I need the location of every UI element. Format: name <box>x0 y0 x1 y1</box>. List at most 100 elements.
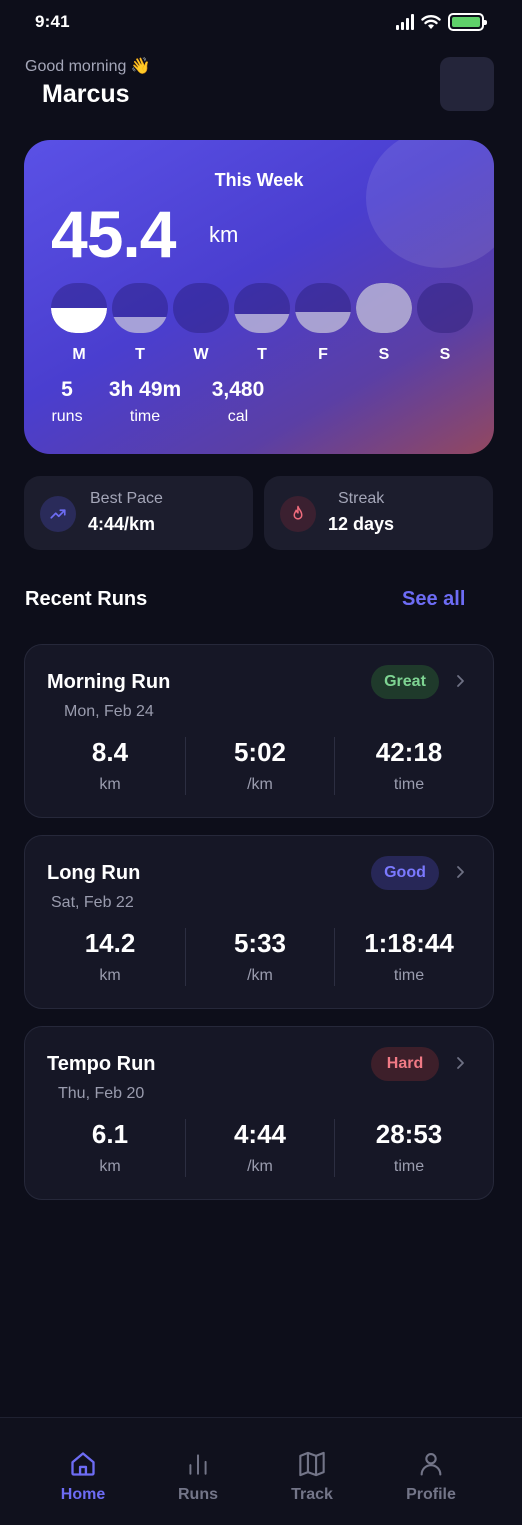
stat-label: Best Pace <box>90 490 163 507</box>
run-card[interactable]: Tempo Run Thu, Feb 20 Hard 6.1 km 4:44/km… <box>24 1026 494 1200</box>
week-title: This Week <box>214 170 304 190</box>
summary-label: time <box>129 408 161 425</box>
stat-value: 4:44/km <box>88 514 156 534</box>
day-friday: F <box>295 283 351 364</box>
avatar[interactable] <box>440 57 494 111</box>
day-thursday: T <box>234 283 290 364</box>
recent-runs-title: Recent Runs <box>25 588 148 610</box>
summary-runs: 5 runs <box>51 378 83 426</box>
week-distance: 45.4 <box>51 197 176 271</box>
metric-label: time <box>393 1158 425 1175</box>
day-label: S <box>378 346 390 363</box>
day-progress-fill <box>112 317 168 333</box>
flame-icon <box>280 496 316 532</box>
run-name: Morning Run <box>47 671 171 693</box>
run-card[interactable]: Long Run Sat, Feb 22 Good 14.2 km 5:33/km… <box>24 835 494 1009</box>
metric-label: km <box>99 1158 121 1175</box>
chevron-right-icon[interactable] <box>453 864 469 880</box>
metric-value: 1:18:44 <box>364 928 454 958</box>
run-pace: 4:44/km <box>185 1119 335 1176</box>
run-date: Thu, Feb 20 <box>58 1085 145 1102</box>
decorative-circle <box>366 140 494 268</box>
weekday-progress: M T W T F S S <box>51 283 473 364</box>
metric-value: 8.4 <box>91 737 129 767</box>
metric-value: 42:18 <box>375 737 443 767</box>
run-time: 1:18:44 time <box>334 928 484 985</box>
see-all-link[interactable]: See all <box>402 588 465 611</box>
user-name: Marcus <box>42 80 130 108</box>
best-pace-card[interactable]: Best Pace 4:44/km <box>24 476 253 550</box>
metric-value: 6.1 <box>91 1119 129 1149</box>
summary-label: cal <box>227 408 249 425</box>
status-time: 9:41 <box>35 12 70 31</box>
day-progress-circle <box>356 283 412 333</box>
metric-label: time <box>393 776 425 793</box>
tab-profile[interactable]: Profile <box>371 1418 491 1525</box>
summary-calories: 3,480 cal <box>204 378 272 426</box>
tab-label: Track <box>291 1486 333 1503</box>
day-progress-fill <box>295 312 351 333</box>
metric-value: 5:02 <box>233 737 287 767</box>
tab-runs[interactable]: Runs <box>138 1418 258 1525</box>
day-progress-fill <box>51 308 107 333</box>
streak-card[interactable]: Streak 12 days <box>264 476 493 550</box>
weekly-summary-card[interactable]: This Week 45.4 km M T W T F S S 5 runs 3… <box>24 140 494 454</box>
tab-label: Profile <box>406 1486 456 1503</box>
map-icon <box>296 1448 328 1480</box>
run-date: Mon, Feb 24 <box>64 703 154 720</box>
tab-home[interactable]: Home <box>23 1418 143 1525</box>
run-rating-badge: Good <box>371 856 439 890</box>
metric-label: km <box>99 967 121 984</box>
cellular-signal-icon <box>396 14 414 30</box>
day-wednesday: W <box>173 283 229 364</box>
day-label: T <box>257 346 267 363</box>
summary-time: 3h 49m time <box>104 378 186 426</box>
day-saturday: S <box>356 283 412 364</box>
day-label: W <box>193 346 209 363</box>
run-rating-badge: Hard <box>371 1047 439 1081</box>
status-bar: 9:41 <box>0 0 522 44</box>
day-progress-fill <box>234 314 290 333</box>
day-sunday: S <box>417 283 473 364</box>
run-time: 42:18 time <box>334 737 484 794</box>
metric-value: 14.2 <box>84 928 136 958</box>
run-pace: 5:33/km <box>185 928 335 985</box>
chevron-right-icon[interactable] <box>453 673 469 689</box>
day-label: T <box>135 346 145 363</box>
day-progress-circle <box>417 283 473 333</box>
profile-icon <box>415 1448 447 1480</box>
battery-icon <box>448 13 487 31</box>
day-progress-circle <box>51 283 107 333</box>
bottom-tab-bar: Home Runs Track Profile <box>0 1417 522 1525</box>
day-label: M <box>72 346 86 363</box>
run-name: Long Run <box>47 862 141 884</box>
run-distance: 14.2 km <box>35 928 185 985</box>
run-card[interactable]: Morning Run Mon, Feb 24 Great 8.4 km 5:02… <box>24 644 494 818</box>
status-icons <box>396 12 487 32</box>
chevron-right-icon[interactable] <box>453 1055 469 1071</box>
run-distance: 6.1 km <box>35 1119 185 1176</box>
day-tuesday: T <box>112 283 168 364</box>
metric-value: 4:44 <box>233 1119 287 1149</box>
summary-value: 5 <box>61 378 73 401</box>
day-progress-circle <box>295 283 351 333</box>
day-progress-fill <box>356 283 412 333</box>
tab-label: Home <box>60 1486 106 1503</box>
day-label: F <box>318 346 328 363</box>
summary-value: 3,480 <box>211 378 265 401</box>
run-time: 28:53 time <box>334 1119 484 1176</box>
metric-value: 5:33 <box>233 928 287 958</box>
stat-value: 12 days <box>328 514 395 534</box>
run-rating-badge: Great <box>371 665 439 699</box>
tab-label: Runs <box>178 1486 218 1503</box>
metric-label: /km <box>247 776 273 793</box>
metric-value: 28:53 <box>375 1119 443 1149</box>
trending-up-icon <box>40 496 76 532</box>
tab-track[interactable]: Track <box>252 1418 372 1525</box>
metric-label: /km <box>247 1158 273 1175</box>
run-name: Tempo Run <box>47 1053 156 1075</box>
day-progress-circle <box>112 283 168 333</box>
week-distance-unit: km <box>209 222 239 247</box>
metric-label: km <box>99 776 121 793</box>
wifi-icon <box>421 15 441 29</box>
